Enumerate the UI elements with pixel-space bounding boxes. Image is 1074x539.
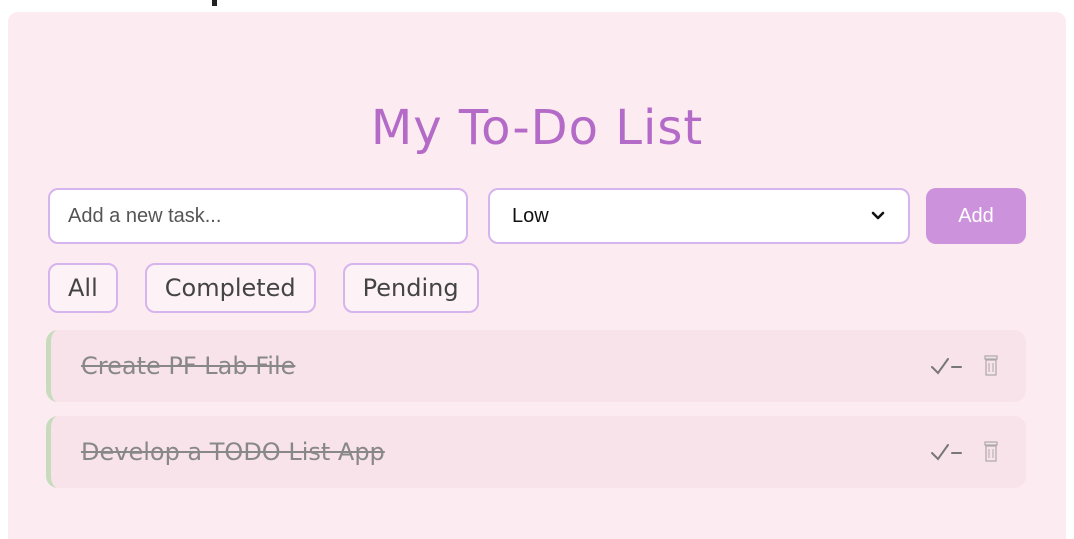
page-title: My To-Do List xyxy=(370,100,704,156)
trash-icon[interactable] xyxy=(980,351,1002,381)
filter-pending-button[interactable]: Pending xyxy=(342,263,479,313)
priority-selected-value: Low xyxy=(512,204,549,227)
check-icon[interactable] xyxy=(928,351,966,381)
check-icon[interactable] xyxy=(928,437,966,467)
filter-bar: All Completed Pending xyxy=(48,263,479,313)
chevron-down-icon xyxy=(870,208,886,224)
task-actions xyxy=(928,351,1002,381)
task-actions xyxy=(928,437,1002,467)
trash-icon[interactable] xyxy=(980,437,1002,467)
filter-completed-button[interactable]: Completed xyxy=(144,263,316,313)
priority-select[interactable]: Low xyxy=(488,188,910,244)
task-item: Create PF Lab File xyxy=(46,330,1026,402)
task-item: Develop a TODO List App xyxy=(46,416,1026,488)
task-text: Develop a TODO List App xyxy=(81,438,385,466)
add-task-button[interactable]: Add xyxy=(926,188,1026,244)
filter-all-button[interactable]: All xyxy=(48,263,118,313)
new-task-input[interactable] xyxy=(48,188,468,244)
window-edge-mark xyxy=(212,0,217,6)
task-text: Create PF Lab File xyxy=(81,352,296,380)
